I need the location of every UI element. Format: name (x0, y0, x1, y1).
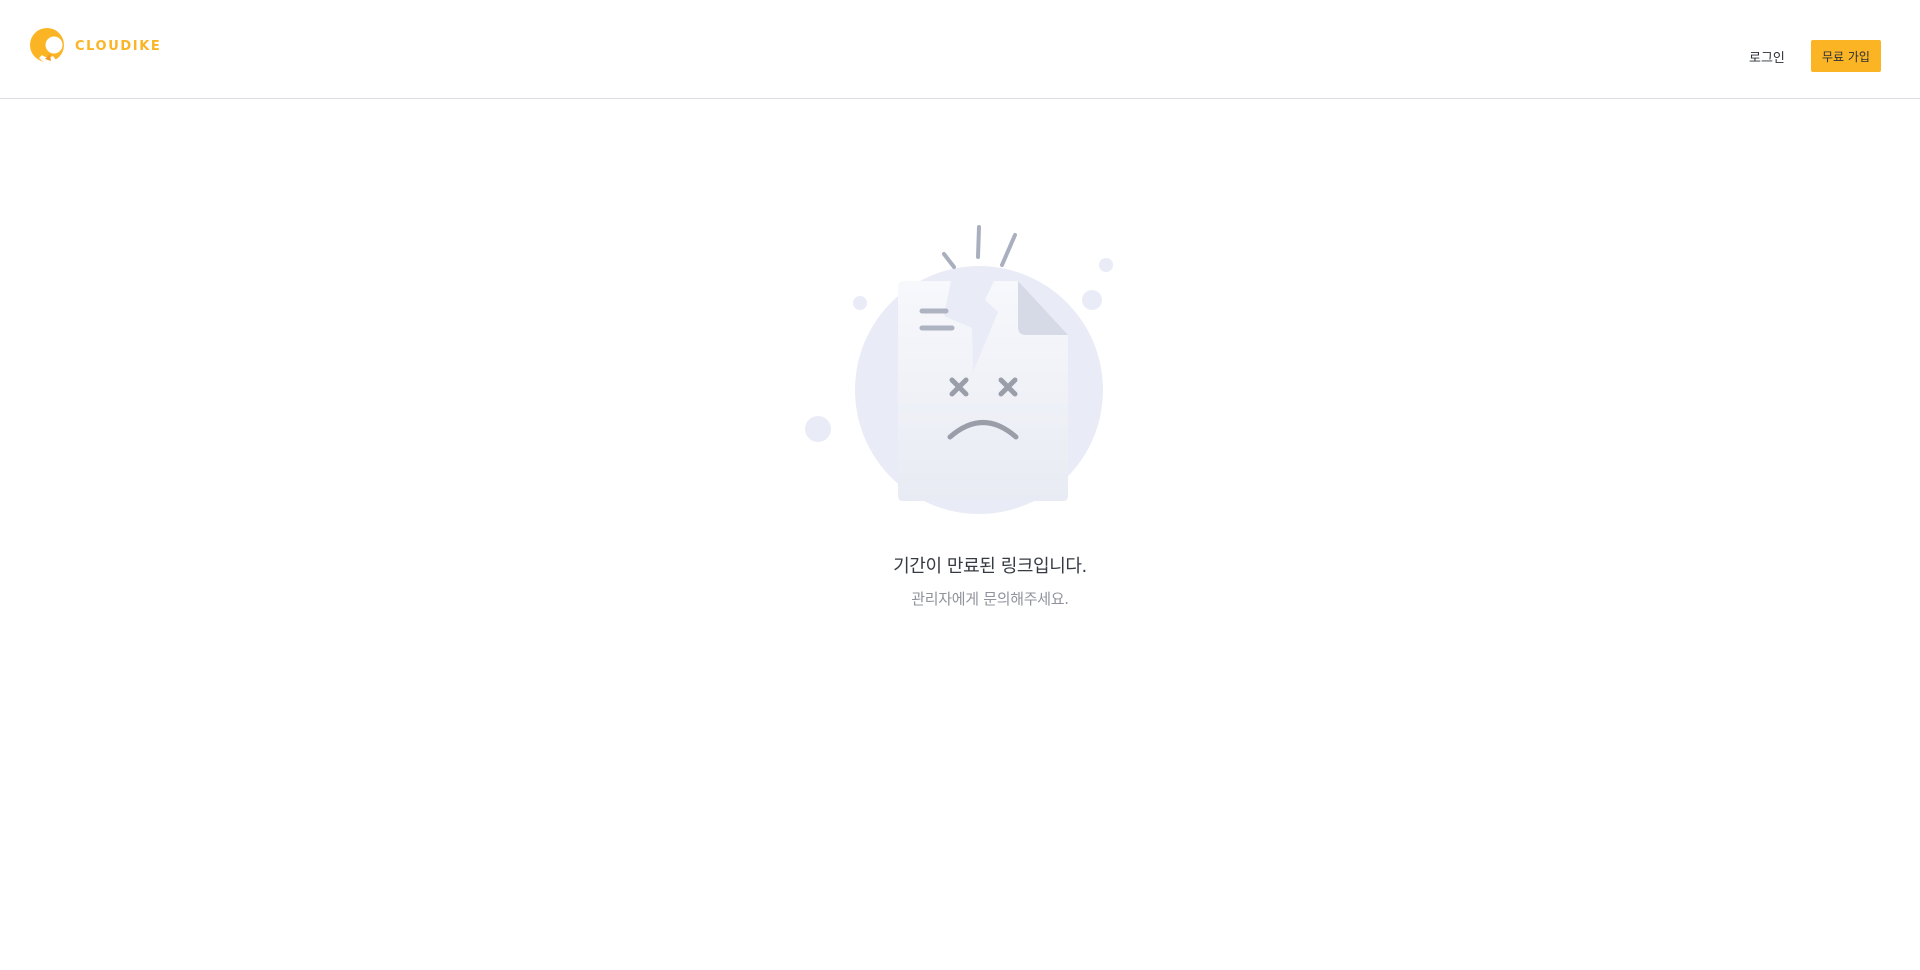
expired-link-title: 기간이 만료된 링크입니다. (893, 556, 1087, 577)
broken-file-sad-face-icon (805, 225, 1113, 514)
brand-name: CLOUDIKE (75, 38, 162, 54)
login-link[interactable]: 로그인 (1749, 47, 1785, 66)
contact-admin-message: 관리자에게 문의해주세요. (911, 590, 1069, 608)
cloudike-logo-icon (30, 28, 64, 63)
top-header: CLOUDIKE 로그인 무료 가입 (0, 0, 1920, 99)
signup-button-label: 무료 가입 (1822, 49, 1870, 64)
logo-link[interactable]: CLOUDIKE (29, 26, 161, 66)
signup-button[interactable]: 무료 가입 (1811, 40, 1881, 72)
